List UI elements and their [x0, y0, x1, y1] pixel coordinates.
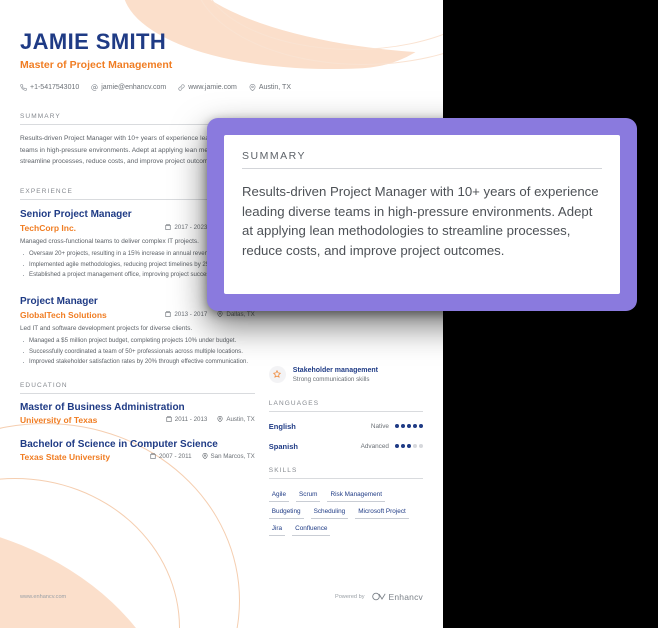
location-pin-icon — [249, 84, 256, 92]
education-dates: 2007 - 2011 — [150, 452, 192, 461]
section-title-languages: LANGUAGES — [268, 400, 423, 412]
experience-company: GlobalTech Solutions — [20, 309, 107, 320]
skill-tag: Confluence — [292, 523, 331, 536]
contact-list: +1-5417543010 jamie@enhancv.com www.jami… — [20, 84, 423, 92]
skill-tag: Scrum — [296, 489, 321, 502]
contact-website-text: www.jamie.com — [188, 84, 237, 92]
skill-tag: Budgeting — [268, 506, 304, 519]
section-title-skills: SKILLS — [268, 467, 423, 479]
section-title-education: EDUCATION — [20, 382, 255, 394]
contact-email-text: jamie@enhancv.com — [101, 84, 167, 92]
education-dates-text: 2007 - 2011 — [158, 453, 192, 461]
contact-phone[interactable]: +1-5417543010 — [20, 84, 79, 91]
contact-phone-text: +1-5417543010 — [30, 84, 80, 92]
footer-url[interactable]: www.enhancv.com — [20, 594, 66, 600]
calendar-icon — [150, 452, 156, 461]
skill-tag: Scheduling — [310, 506, 349, 519]
section-languages: LANGUAGES English Native Spanish Advance… — [268, 400, 423, 451]
resume-document: JAMIE SMITH Master of Project Management… — [0, 0, 443, 628]
calendar-icon — [165, 223, 171, 232]
education-dates-text: 2011 - 2013 — [174, 416, 208, 424]
education-location-text: Austin, TX — [226, 416, 255, 424]
location-pin-icon — [217, 310, 223, 319]
experience-location: Dallas, TX — [217, 310, 255, 319]
enhancv-wordmark: Enhancv — [388, 592, 423, 602]
experience-dates: 2017 - 2023 — [165, 223, 208, 232]
skill-tag: Agile — [268, 489, 290, 502]
experience-location-text: Dallas, TX — [226, 311, 255, 319]
resume-footer: www.enhancv.com Powered by Enhancv — [0, 588, 443, 628]
language-row: Spanish Advanced — [269, 442, 423, 451]
experience-company: TechCorp Inc. — [20, 222, 77, 233]
experience-bullets: Managed a $5 million project budget, com… — [20, 335, 255, 370]
education-location-text: San Marcos, TX — [210, 453, 255, 461]
experience-dates-text: 2017 - 2023 — [174, 224, 208, 232]
screenshot-stage: JAMIE SMITH Master of Project Management… — [0, 0, 658, 628]
summary-callout-inner: SUMMARY Results-driven Project Manager w… — [224, 135, 620, 294]
experience-description: Led IT and software development projects… — [20, 324, 193, 332]
language-name: Spanish — [268, 441, 298, 451]
powered-by-label: Powered by — [334, 594, 365, 600]
language-level: Advanced — [360, 442, 389, 450]
link-icon — [178, 84, 185, 91]
callout-summary-text: Results-driven Project Manager with 10+ … — [242, 184, 599, 258]
education-entry: Master of Business Administration Univer… — [20, 402, 255, 425]
contact-location: Austin, TX — [249, 84, 291, 92]
headline: Master of Project Management — [20, 59, 173, 72]
email-icon — [91, 84, 98, 91]
experience-bullet: Successfully coordinated a team of 50+ p… — [20, 346, 255, 360]
language-name: English — [268, 421, 296, 431]
calendar-icon — [166, 415, 172, 424]
education-degree: Master of Business Administration — [20, 401, 185, 413]
skill-tag: Risk Management — [327, 489, 385, 502]
education-entry: Bachelor of Science in Computer Science … — [20, 439, 255, 462]
callout-section-title: SUMMARY — [242, 150, 602, 169]
contact-location-text: Austin, TX — [258, 84, 291, 92]
experience-dates-text: 2013 - 2017 — [174, 311, 208, 319]
section-education: EDUCATION Master of Business Administrat… — [20, 382, 255, 462]
resume-header: JAMIE SMITH Master of Project Management… — [20, 29, 423, 92]
star-icon — [268, 365, 286, 383]
summary-callout-card[interactable]: SUMMARY Results-driven Project Manager w… — [207, 118, 637, 311]
experience-bullet: Managed a $5 million project budget, com… — [20, 335, 255, 349]
language-row: English Native — [269, 422, 423, 431]
phone-icon — [20, 84, 27, 91]
education-degree: Bachelor of Science in Computer Science — [20, 438, 218, 450]
location-pin-icon — [201, 452, 208, 461]
skill-tag: Jira — [268, 523, 286, 536]
achievement-subtitle: Strong communication skills — [292, 375, 370, 383]
experience-dates: 2013 - 2017 — [165, 310, 208, 319]
enhancv-mark-icon — [371, 588, 386, 606]
achievement-title: Stakeholder management — [292, 366, 378, 374]
education-school: Texas State University — [20, 451, 111, 462]
page-title: JAMIE SMITH — [20, 29, 167, 54]
achievement-item: Stakeholder management Strong communicat… — [268, 365, 423, 384]
language-rating-dots — [395, 424, 423, 429]
experience-bullet: Improved stakeholder satisfaction rates … — [20, 356, 255, 370]
language-rating-dots — [395, 444, 423, 449]
section-achievements: Stakeholder management Strong communicat… — [268, 365, 423, 384]
calendar-icon — [165, 310, 171, 319]
education-dates: 2011 - 2013 — [166, 415, 208, 424]
contact-website[interactable]: www.jamie.com — [178, 84, 237, 91]
skill-tag: Microsoft Project — [355, 506, 409, 519]
section-skills: SKILLS Agile Scrum Risk Management Budge… — [268, 467, 423, 536]
language-level: Native — [370, 422, 389, 430]
education-location: San Marcos, TX — [201, 452, 255, 461]
education-location: Austin, TX — [217, 415, 255, 424]
enhancv-logo[interactable]: Enhancv — [371, 588, 423, 606]
contact-email[interactable]: jamie@enhancv.com — [91, 84, 166, 91]
skills-list: Agile Scrum Risk Management Budgeting Sc… — [268, 489, 423, 536]
education-school: University of Texas — [20, 414, 98, 425]
location-pin-icon — [217, 415, 223, 424]
